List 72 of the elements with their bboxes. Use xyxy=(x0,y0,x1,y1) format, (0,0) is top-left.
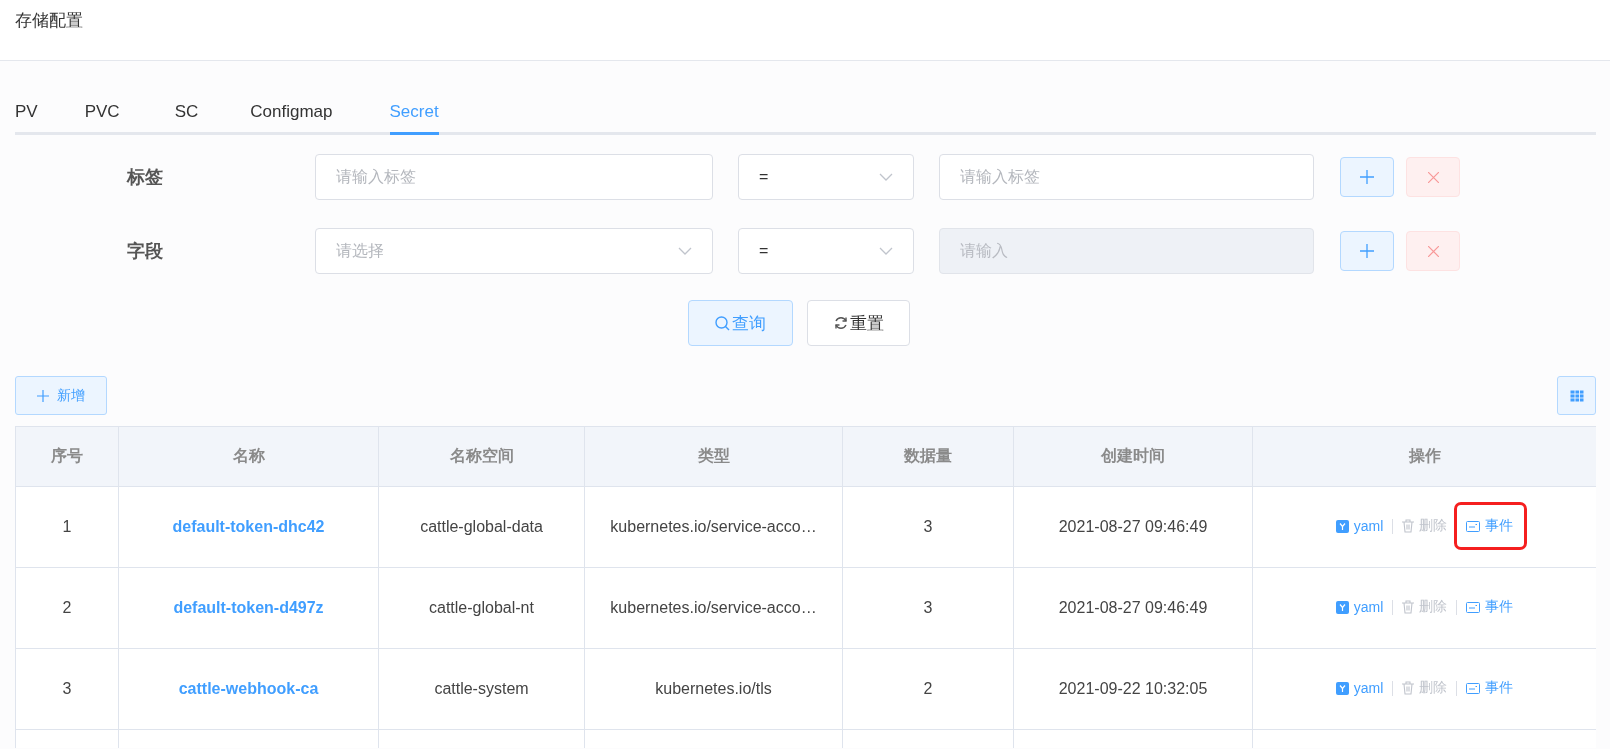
table-cell: cattle-global-nt xyxy=(378,567,585,649)
table-cell: 2021-08-27 09:46:49 xyxy=(1013,567,1253,649)
trash-icon xyxy=(1402,519,1415,534)
column-header: 数据量 xyxy=(842,426,1014,487)
events-button[interactable]: 事件 xyxy=(1466,598,1514,617)
table-cell: cattle-global-data xyxy=(378,486,585,568)
table-cell: kubernetes.io/service-acco… xyxy=(584,567,843,649)
card-icon xyxy=(1466,520,1481,532)
yaml-button[interactable]: yaml xyxy=(1335,599,1384,616)
secret-name-link[interactable]: default-token-d497z xyxy=(118,567,379,649)
page-title: 存储配置 xyxy=(15,10,83,32)
add-condition-button[interactable] xyxy=(1340,157,1394,197)
yaml-button[interactable]: yaml xyxy=(1335,518,1384,535)
value-input[interactable]: 请输入标签 xyxy=(939,154,1314,200)
trash-icon xyxy=(1402,600,1415,615)
add-button[interactable]: 新增 xyxy=(15,376,107,415)
tab[interactable]: PV xyxy=(15,102,38,135)
table-cell: kubernetes.io/service-acco… xyxy=(584,486,843,568)
plus-icon xyxy=(1360,244,1374,258)
tab[interactable]: SC xyxy=(174,102,199,135)
filter-label: 字段 xyxy=(126,240,164,263)
filter-label: 标签 xyxy=(125,166,164,189)
trash-icon xyxy=(1402,681,1415,696)
secret-name-link[interactable]: default-token-dhc42 xyxy=(118,486,379,568)
secret-name-link[interactable]: cattle-webhook-ca xyxy=(118,648,379,730)
tab[interactable]: Configmap xyxy=(250,102,333,135)
chevron-down-icon xyxy=(879,247,893,255)
column-header: 名称空间 xyxy=(378,426,585,487)
table-icon xyxy=(1569,389,1584,402)
close-icon xyxy=(1427,171,1439,183)
column-settings-button[interactable] xyxy=(1557,376,1596,415)
chevron-down-icon xyxy=(678,247,692,255)
table-cell: kubernetes.io/tls xyxy=(584,648,843,730)
operator-select[interactable]: = xyxy=(738,154,914,200)
column-header: 操作 xyxy=(1252,426,1596,487)
yaml-icon xyxy=(1335,519,1349,533)
yaml-button[interactable]: yaml xyxy=(1335,680,1384,697)
table-cell: cattle-system xyxy=(378,648,585,730)
operator-select[interactable]: = xyxy=(738,228,914,274)
reset-button[interactable]: 重置 xyxy=(807,300,910,346)
tab[interactable]: Secret xyxy=(389,102,439,135)
table-cell: 2021-08-27 09:46:49 xyxy=(1013,486,1253,568)
table-cell: 2 xyxy=(842,648,1014,730)
column-header: 类型 xyxy=(584,426,843,487)
refresh-icon xyxy=(833,316,848,330)
table-cell: 3 xyxy=(842,486,1014,568)
remove-condition-button[interactable] xyxy=(1406,157,1460,197)
table-cell: 2021-09-22 10:32:05 xyxy=(1013,648,1253,730)
card-icon xyxy=(1466,601,1481,613)
plus-icon xyxy=(1360,170,1374,184)
field-select[interactable]: 请选择 xyxy=(315,228,713,274)
close-icon xyxy=(1427,245,1439,257)
remove-condition-button[interactable] xyxy=(1406,231,1460,271)
table-cell: 3 xyxy=(15,648,119,730)
column-header: 序号 xyxy=(15,426,119,487)
add-condition-button[interactable] xyxy=(1340,231,1394,271)
tab[interactable]: PVC xyxy=(84,102,120,135)
search-icon xyxy=(715,315,730,331)
events-button[interactable]: 事件 xyxy=(1457,505,1525,548)
column-header: 创建时间 xyxy=(1013,426,1253,487)
search-button[interactable]: 查询 xyxy=(688,300,793,346)
events-button[interactable]: 事件 xyxy=(1466,679,1514,698)
table-cell: 3 xyxy=(842,567,1014,649)
table-cell: 1 xyxy=(15,486,119,568)
label-key-input[interactable]: 请输入标签 xyxy=(315,154,713,200)
chevron-down-icon xyxy=(879,173,893,181)
yaml-icon xyxy=(1335,600,1349,614)
card-icon xyxy=(1466,682,1481,694)
yaml-icon xyxy=(1335,681,1349,695)
plus-icon xyxy=(37,389,49,402)
column-header: 名称 xyxy=(118,426,379,487)
table-cell: 2 xyxy=(15,567,119,649)
